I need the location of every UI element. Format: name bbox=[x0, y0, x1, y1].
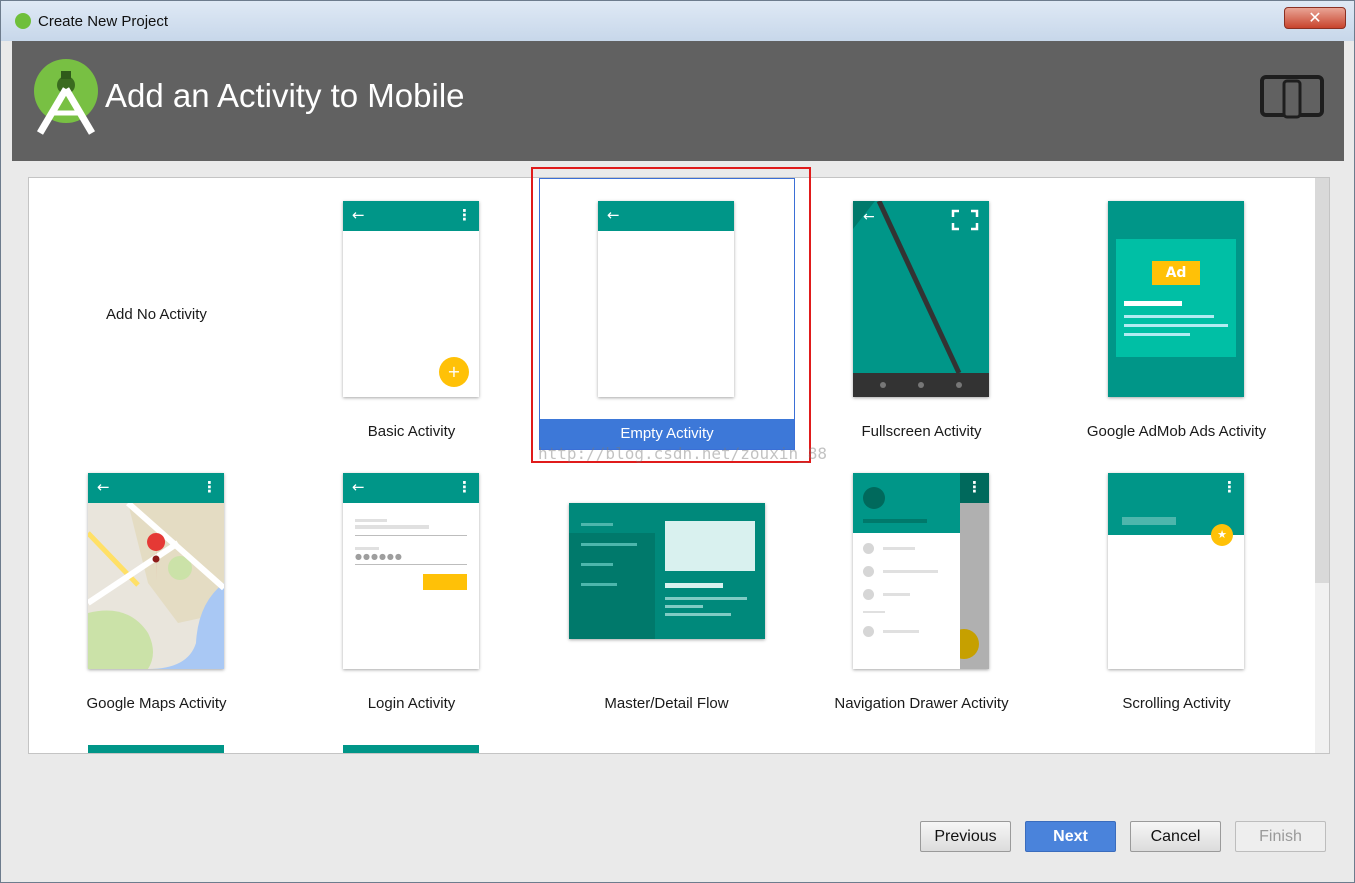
watermark-text: http://blog.csdn.net/zouxin_88 bbox=[538, 444, 827, 463]
template-tile-partial[interactable] bbox=[343, 745, 479, 753]
svg-text:←: ← bbox=[863, 209, 875, 225]
back-arrow-icon: ← bbox=[97, 478, 110, 496]
android-studio-logo-icon bbox=[34, 59, 98, 135]
page-title: Add an Activity to Mobile bbox=[105, 77, 465, 114]
fullscreen-activity-thumbnail: ← bbox=[853, 201, 989, 397]
app-bar: ← ⋮ bbox=[343, 201, 479, 231]
window-title: Create New Project bbox=[38, 13, 169, 30]
star-fab-icon: ★ bbox=[1211, 524, 1233, 546]
basic-activity-thumbnail: ← ⋮ + bbox=[343, 201, 479, 397]
previous-button[interactable]: Previous bbox=[920, 821, 1011, 852]
template-label: Scrolling Activity bbox=[1122, 695, 1231, 712]
master-detail-thumbnail bbox=[569, 503, 765, 639]
template-tile-master-detail-flow[interactable]: Master/Detail Flow bbox=[539, 450, 794, 722]
template-tile-empty-activity[interactable]: ← Empty Activity bbox=[29, 178, 795, 450]
next-button[interactable]: Next bbox=[1025, 821, 1116, 852]
template-label: Basic Activity bbox=[367, 423, 456, 440]
overflow-menu-icon: ⋮ bbox=[967, 478, 982, 496]
cancel-button[interactable]: Cancel bbox=[1130, 821, 1221, 852]
login-activity-thumbnail: ← ⋮ ●●●●●● bbox=[343, 473, 479, 669]
overflow-menu-icon: ⋮ bbox=[202, 478, 217, 496]
template-label: Master/Detail Flow bbox=[604, 695, 729, 712]
navigation-drawer-thumbnail: ⋮ bbox=[853, 473, 989, 669]
overflow-menu-icon: ⋮ bbox=[457, 206, 472, 224]
template-tile-login-activity[interactable]: ← ⋮ ●●●●●● Login Activity bbox=[284, 450, 539, 722]
highlight-annotation-box bbox=[531, 167, 811, 463]
template-label: Google AdMob Ads Activity bbox=[1086, 423, 1267, 440]
template-tile-basic-activity[interactable]: ← ⋮ + Basic Activity bbox=[284, 178, 539, 450]
wizard-header: Add an Activity to Mobile bbox=[12, 41, 1344, 161]
close-button[interactable]: ✕ bbox=[1284, 7, 1346, 29]
template-label: Google Maps Activity bbox=[86, 695, 227, 712]
google-maps-activity-thumbnail: ← ⋮ bbox=[88, 473, 224, 669]
app-bar: ← ⋮ bbox=[88, 473, 224, 503]
phone-tablet-icon bbox=[1260, 75, 1324, 119]
template-label: Login Activity bbox=[367, 695, 456, 712]
template-tile-navigation-drawer-activity[interactable]: ⋮ Navigation Drawer Activity bbox=[794, 450, 1049, 722]
ad-badge: Ad bbox=[1152, 261, 1200, 285]
template-label: Fullscreen Activity bbox=[861, 423, 982, 440]
app-bar: ← ⋮ bbox=[343, 473, 479, 503]
scrolling-activity-thumbnail: ⋮ ★ bbox=[1108, 473, 1244, 669]
template-tile-fullscreen-activity[interactable]: ← Fullscreen Activity bbox=[794, 178, 1049, 450]
overflow-menu-icon: ⋮ bbox=[1222, 478, 1237, 496]
fab-icon: + bbox=[439, 357, 469, 387]
template-label: Navigation Drawer Activity bbox=[834, 695, 1009, 712]
template-tile-add-no-activity[interactable]: Add No Activity bbox=[29, 178, 284, 450]
finish-button[interactable]: Finish bbox=[1235, 821, 1326, 852]
admob-activity-thumbnail: Ad bbox=[1108, 201, 1244, 397]
template-tile-partial[interactable] bbox=[88, 745, 224, 753]
back-arrow-icon: ← bbox=[352, 206, 365, 224]
overflow-menu-icon: ⋮ bbox=[457, 478, 472, 496]
template-tile-google-maps-activity[interactable]: ← ⋮ Google Maps Activity bbox=[29, 450, 284, 722]
back-arrow-icon: ← bbox=[352, 478, 365, 496]
create-new-project-window: Create New Project ✕ Add an Activity to … bbox=[0, 0, 1355, 883]
template-tile-scrolling-activity[interactable]: ⋮ ★ Scrolling Activity bbox=[1049, 450, 1304, 722]
gallery-scrollbar[interactable] bbox=[1315, 178, 1329, 753]
title-bar: Create New Project ✕ bbox=[1, 1, 1354, 41]
scrollbar-thumb[interactable] bbox=[1315, 178, 1329, 583]
android-studio-icon bbox=[15, 13, 31, 29]
template-tile-admob-activity[interactable]: Ad Google AdMob Ads Activity bbox=[1049, 178, 1304, 450]
template-label: Add No Activity bbox=[106, 306, 207, 323]
